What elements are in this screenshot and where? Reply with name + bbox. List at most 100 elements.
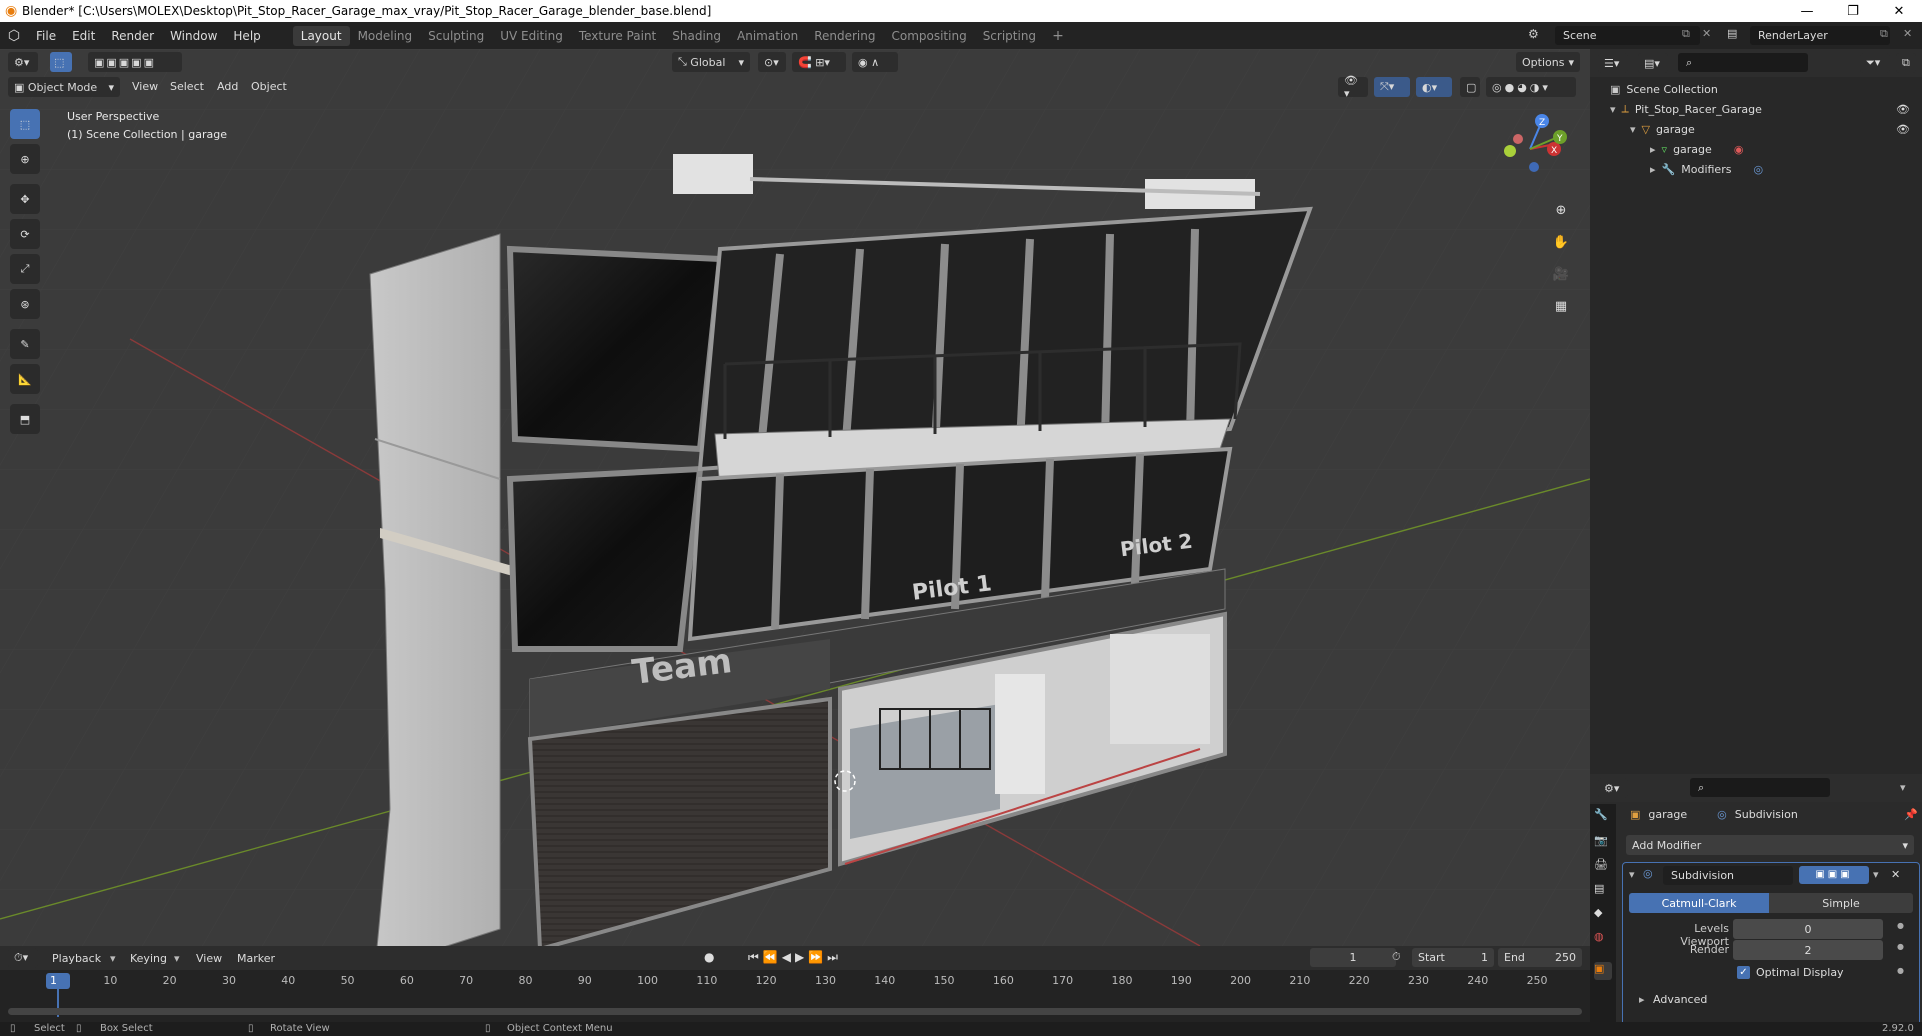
- outliner-editor-type-icon[interactable]: ☰▾: [1598, 53, 1628, 73]
- add-cube-tool-icon[interactable]: ⬒: [10, 404, 40, 434]
- filter-icon[interactable]: ⏷▾: [1860, 53, 1890, 73]
- advanced-section-label[interactable]: Advanced: [1653, 993, 1707, 1006]
- measure-tool-icon[interactable]: 📐: [10, 364, 40, 394]
- options-dropdown[interactable]: Options ▾: [1516, 52, 1580, 72]
- outliner-row-empty[interactable]: ▾ ⟂ Pit_Stop_Racer_Garage 👁: [1590, 99, 1922, 119]
- transform-orientation-dropdown[interactable]: ⤡ Global ▾: [672, 52, 750, 72]
- properties-search-input[interactable]: ⌕: [1690, 778, 1830, 797]
- render-tab-icon[interactable]: 📷: [1594, 834, 1612, 852]
- menu-select[interactable]: Select: [170, 80, 204, 93]
- navigation-gizmo[interactable]: Z X Y: [1490, 109, 1570, 189]
- delete-view-layer-icon[interactable]: ✕: [1903, 27, 1912, 40]
- outliner-search-input[interactable]: ⌕: [1678, 53, 1808, 72]
- catmull-clark-tab[interactable]: Catmull-Clark: [1629, 893, 1769, 913]
- mode-dropdown[interactable]: ▣ Object Mode ▾: [8, 77, 120, 97]
- tool-tab-icon[interactable]: 🔧: [1594, 808, 1612, 826]
- expand-chevron-icon[interactable]: ▾: [1630, 123, 1636, 136]
- menu-object[interactable]: Object: [251, 80, 287, 93]
- eye-icon[interactable]: 👁: [1896, 103, 1910, 116]
- editor-type-icon[interactable]: ⚙▾: [8, 52, 38, 72]
- outliner-row-mesh[interactable]: ▸ ▿ garage ◉: [1590, 139, 1922, 159]
- tab-compositing[interactable]: Compositing: [883, 26, 974, 46]
- chevron-down-icon[interactable]: ▾: [1900, 781, 1906, 794]
- display-mode-icon[interactable]: ▤▾: [1638, 53, 1668, 73]
- chevron-down-icon[interactable]: ▾: [1873, 868, 1879, 881]
- annotate-tool-icon[interactable]: ✎: [10, 329, 40, 359]
- pin-icon[interactable]: 📌: [1904, 808, 1918, 821]
- menu-render[interactable]: Render: [103, 29, 162, 43]
- scene-tab-icon[interactable]: ◆: [1594, 906, 1612, 924]
- outliner-row-modifiers[interactable]: ▸ 🔧 Modifiers ◎: [1590, 159, 1922, 179]
- xray-icon[interactable]: ▢: [1460, 77, 1480, 97]
- outliner-row-scene-collection[interactable]: ▣ Scene Collection: [1590, 79, 1922, 99]
- menu-file[interactable]: File: [28, 29, 64, 43]
- tab-layout[interactable]: Layout: [292, 25, 350, 46]
- maximize-button[interactable]: ❐: [1830, 0, 1876, 22]
- eye-icon[interactable]: 👁: [1896, 123, 1910, 136]
- snap-icon[interactable]: 🧲 ⊞▾: [792, 52, 846, 72]
- outliner-row-object[interactable]: ▾ ▽ garage 👁: [1590, 119, 1922, 139]
- modifier-visibility-icons[interactable]: ▣▣▣: [1799, 866, 1869, 884]
- keyframe-dot-icon[interactable]: ●: [1897, 942, 1904, 951]
- expand-arrow-icon[interactable]: ▸: [1650, 143, 1656, 156]
- move-tool-icon[interactable]: ✥: [10, 184, 40, 214]
- tab-uv-editing[interactable]: UV Editing: [492, 26, 571, 46]
- menu-add[interactable]: Add: [217, 80, 238, 93]
- tab-texture-paint[interactable]: Texture Paint: [571, 26, 664, 46]
- proportional-editing-icon[interactable]: ◉ ∧: [852, 52, 898, 72]
- gizmo-toggle-icon[interactable]: ⤧▾: [1374, 77, 1410, 97]
- menu-window[interactable]: Window: [162, 29, 225, 43]
- overlay-toggle-icon[interactable]: ◐▾: [1416, 77, 1452, 97]
- close-button[interactable]: ✕: [1876, 0, 1922, 22]
- orthographic-grid-icon[interactable]: ▦: [1548, 293, 1574, 319]
- minimize-button[interactable]: —: [1784, 0, 1830, 22]
- menu-edit[interactable]: Edit: [64, 29, 103, 43]
- pan-hand-icon[interactable]: ✋: [1548, 229, 1574, 255]
- properties-editor-type-icon[interactable]: ⚙▾: [1598, 778, 1628, 798]
- tab-modeling[interactable]: Modeling: [350, 26, 421, 46]
- view-layer-tab-icon[interactable]: ▤: [1594, 882, 1612, 900]
- tab-sculpting[interactable]: Sculpting: [420, 26, 492, 46]
- menu-help[interactable]: Help: [225, 29, 268, 43]
- tab-scripting[interactable]: Scripting: [975, 26, 1044, 46]
- tab-shading[interactable]: Shading: [664, 26, 729, 46]
- tab-animation[interactable]: Animation: [729, 26, 806, 46]
- shading-mode-icons[interactable]: ◎●◕◑▾: [1486, 77, 1576, 97]
- levels-viewport-field[interactable]: 0: [1733, 919, 1883, 939]
- remove-modifier-icon[interactable]: ✕: [1891, 868, 1900, 881]
- camera-view-icon[interactable]: 🎥: [1548, 261, 1574, 287]
- pivot-point-icon[interactable]: ⊙▾: [758, 52, 786, 72]
- select-tool-icon[interactable]: ⬚: [10, 109, 40, 139]
- tab-rendering[interactable]: Rendering: [806, 26, 883, 46]
- optimal-display-checkbox[interactable]: ✓: [1737, 966, 1750, 979]
- cursor-tool-icon[interactable]: ⊕: [10, 144, 40, 174]
- timeline-scrollbar[interactable]: [8, 1008, 1582, 1015]
- menu-view[interactable]: View: [132, 80, 158, 93]
- expand-chevron-icon[interactable]: ▾: [1610, 103, 1616, 116]
- new-collection-icon[interactable]: ⧉: [1896, 53, 1916, 73]
- collapse-chevron-icon[interactable]: ▾: [1629, 868, 1635, 881]
- blender-menu-icon[interactable]: ⬡: [0, 28, 28, 44]
- scale-tool-icon[interactable]: ⤢: [10, 254, 40, 284]
- delete-scene-icon[interactable]: ✕: [1702, 27, 1711, 40]
- zoom-icon[interactable]: ⊕: [1548, 197, 1574, 223]
- 3d-viewport[interactable]: Team Pilot 1 Pilot 2 ⚙▾ ⬚ ▣▣▣▣▣ ⤡ Global…: [0, 49, 1590, 946]
- scene-icon[interactable]: ⚙: [1528, 27, 1539, 41]
- add-modifier-dropdown[interactable]: Add Modifier ▾: [1626, 835, 1914, 855]
- render-levels-field[interactable]: 2: [1733, 940, 1883, 960]
- simple-tab[interactable]: Simple: [1769, 893, 1913, 913]
- view-layer-field[interactable]: RenderLayer: [1750, 26, 1890, 45]
- world-tab-icon[interactable]: ◍: [1594, 930, 1612, 948]
- scene-field[interactable]: Scene: [1555, 26, 1700, 45]
- add-workspace-icon[interactable]: +: [1044, 25, 1072, 47]
- expand-arrow-icon[interactable]: ▸: [1639, 993, 1645, 1006]
- modifier-name-field[interactable]: Subdivision: [1663, 866, 1793, 885]
- visibility-icon[interactable]: 👁▾: [1338, 74, 1368, 100]
- selection-mode-icons[interactable]: ▣▣▣▣▣: [88, 52, 182, 72]
- object-tab-icon[interactable]: ▣: [1594, 962, 1612, 980]
- view-layer-icon[interactable]: ▤: [1727, 27, 1737, 40]
- expand-arrow-icon[interactable]: ▸: [1650, 163, 1656, 176]
- keyframe-dot-icon[interactable]: ●: [1897, 921, 1904, 930]
- keyframe-dot-icon[interactable]: ●: [1897, 966, 1904, 975]
- output-tab-icon[interactable]: 🖨: [1594, 858, 1612, 876]
